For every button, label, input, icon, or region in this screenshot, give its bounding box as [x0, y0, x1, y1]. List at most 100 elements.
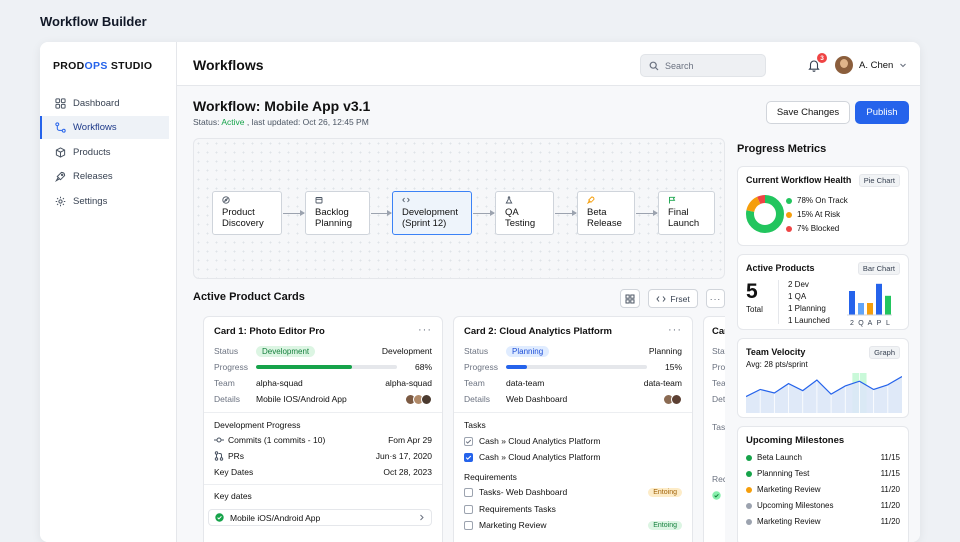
avatar[interactable]: [835, 56, 853, 74]
sidebar-item-workflows[interactable]: Workflows: [40, 116, 169, 139]
card-row-label: Tas: [712, 422, 725, 432]
card-row-label: Progress: [712, 362, 725, 372]
legend-item: 15% At Risk: [786, 210, 840, 219]
flow-node-final-launch[interactable]: Final Launch: [658, 191, 715, 235]
card-title: Current Workflow Health: [746, 175, 852, 185]
card-title: Upcoming Milestones: [746, 435, 845, 446]
checkbox[interactable]: [464, 452, 473, 462]
dev-progress-heading: Development Progress: [214, 420, 301, 430]
card-title: Team Velocity: [746, 347, 806, 357]
sidebar-item-products[interactable]: Products: [40, 141, 169, 164]
task-item[interactable]: Cash » Cloud Analytics Platform: [464, 434, 682, 448]
workflow-canvas[interactable]: Product Discovery Backlog Planning Develop…: [193, 138, 725, 279]
card-row-team: Team alpha-squad alpha-squad: [214, 378, 432, 388]
publish-button[interactable]: Publish: [855, 101, 909, 124]
workflow-health-card: Current Workflow Health Pie Chart 78% On…: [737, 166, 909, 246]
requirement-item[interactable]: Marketing Review Entoing: [464, 518, 682, 532]
checkbox[interactable]: [464, 487, 473, 497]
box-icon: [55, 146, 66, 158]
legend-item: 78% On Track: [786, 196, 848, 205]
bar-0: [849, 291, 855, 315]
card-row-progress: Progress 68%: [214, 362, 432, 372]
product-breakdown: 2 Dev 1 QA 1 Planning 1 Launched: [788, 280, 830, 325]
status-badge: Planning: [506, 346, 550, 357]
sidebar-item-label: Settings: [73, 195, 108, 207]
workflow-title: Workflow: Mobile App v3.1: [193, 98, 371, 114]
sidebar: PRODOPS STUDIO Dashboard Workflows Produ…: [40, 42, 177, 542]
gear-icon: [55, 196, 66, 206]
more-options-button[interactable]: ···: [706, 289, 725, 308]
team-velocity-card: Team Velocity Graph Avg: 28 pts/sprint: [737, 338, 909, 418]
user-name[interactable]: A. Chen: [859, 60, 893, 71]
workflow-icon: [55, 122, 66, 133]
window-title: Workflow Builder: [40, 14, 147, 29]
product-card-3[interactable]: Car Status Progress Team Details Tas Req: [703, 316, 725, 542]
search-input[interactable]: Search: [640, 54, 766, 77]
reset-label: Frset: [670, 293, 690, 304]
status-active: Active: [221, 117, 245, 127]
requirement-item[interactable]: Requirements Tasks: [464, 502, 682, 516]
milestone-item[interactable]: Beta Launch 11/15: [746, 451, 900, 464]
flow-arrow: [371, 210, 392, 216]
sidebar-item-dashboard[interactable]: Dashboard: [40, 92, 169, 115]
flag-icon: [669, 196, 676, 204]
workflow-status: Status: Active , last updated: Oct 26, 1…: [193, 117, 369, 127]
save-changes-button[interactable]: Save Changes: [766, 101, 850, 124]
status-badge: Development: [256, 346, 316, 357]
grid-view-button[interactable]: [620, 289, 640, 308]
milestone-item[interactable]: Marketing Review 11/20: [746, 483, 900, 496]
requirement-item[interactable]: Tasks- Web Dashboard Entoing: [464, 485, 682, 499]
flow-arrow: [473, 210, 495, 216]
chevron-down-icon[interactable]: [899, 61, 907, 69]
bar-1: [858, 303, 864, 315]
velocity-area: [746, 376, 902, 413]
flow-node-qa-testing[interactable]: QA Testing: [495, 191, 554, 235]
legend-item: 7% Blocked: [786, 224, 839, 233]
milestone-item[interactable]: Plannning Test 11/15: [746, 467, 900, 480]
sidebar-item-label: Releases: [73, 171, 113, 182]
checkbox[interactable]: [464, 504, 473, 514]
requirement-tag: Entoing: [648, 520, 682, 530]
card-row-label: Req: [712, 474, 725, 484]
milestone-item[interactable]: Upcoming Milestones 11/20: [746, 499, 900, 512]
card-title: Card 2: Cloud Analytics Platform: [464, 326, 612, 337]
commit-icon: [214, 437, 224, 443]
flow-arrow: [283, 210, 305, 216]
flow-arrow: [636, 210, 658, 216]
divider: [204, 412, 442, 413]
search-placeholder: Search: [665, 60, 694, 71]
card-title: Car: [712, 326, 725, 337]
card-row-status: Status Development Development: [214, 346, 432, 357]
card-row-label: Details: [712, 394, 725, 404]
flow-node-backlog-planning[interactable]: Backlog Planning: [305, 191, 370, 235]
flow-node-development[interactable]: Development (Sprint 12): [392, 191, 472, 235]
key-date-item[interactable]: Mobile iOS/Android App: [208, 509, 432, 526]
section-title-active-cards: Active Product Cards: [193, 291, 305, 303]
chevron-right-icon: [420, 514, 424, 521]
progress-bar: [256, 365, 397, 369]
sidebar-item-releases[interactable]: Releases: [40, 165, 169, 188]
bar-label-3: P: [877, 320, 882, 327]
flow-node-beta-release[interactable]: Beta Release: [577, 191, 635, 235]
rocket-icon: [587, 196, 595, 204]
card-menu-button[interactable]: ···: [668, 324, 682, 336]
card-row-progress: Progress 15%: [464, 362, 682, 372]
milestone-item[interactable]: Marketing Review 11/20: [746, 515, 900, 528]
flow-node-product-discovery[interactable]: Product Discovery: [212, 191, 282, 235]
task-item[interactable]: Cash » Cloud Analytics Platform: [464, 450, 682, 464]
active-products-card: Active Products Bar Chart 5 Total 2 Dev …: [737, 254, 909, 330]
sidebar-item-settings[interactable]: Settings: [40, 190, 169, 213]
chart-type-tag: Bar Chart: [857, 262, 900, 275]
key-dates-heading: Key dates: [214, 491, 252, 501]
product-card-cloud-analytics[interactable]: Card 2: Cloud Analytics Platform ··· Sta…: [453, 316, 693, 542]
checkbox[interactable]: [464, 436, 473, 446]
product-card-photo-editor[interactable]: Card 1: Photo Editor Pro ··· Status Devel…: [203, 316, 443, 542]
checkbox[interactable]: [464, 520, 473, 530]
reset-button[interactable]: Frset: [648, 289, 698, 308]
bar-3: [876, 283, 882, 315]
card-row-commits: Commits (1 commits - 10) Fom Apr 29: [214, 433, 432, 447]
total-products-value: 5: [746, 280, 758, 303]
card-menu-button[interactable]: ···: [418, 324, 432, 336]
velocity-average: Avg: 28 pts/sprint: [746, 360, 808, 369]
search-icon: [649, 61, 659, 70]
